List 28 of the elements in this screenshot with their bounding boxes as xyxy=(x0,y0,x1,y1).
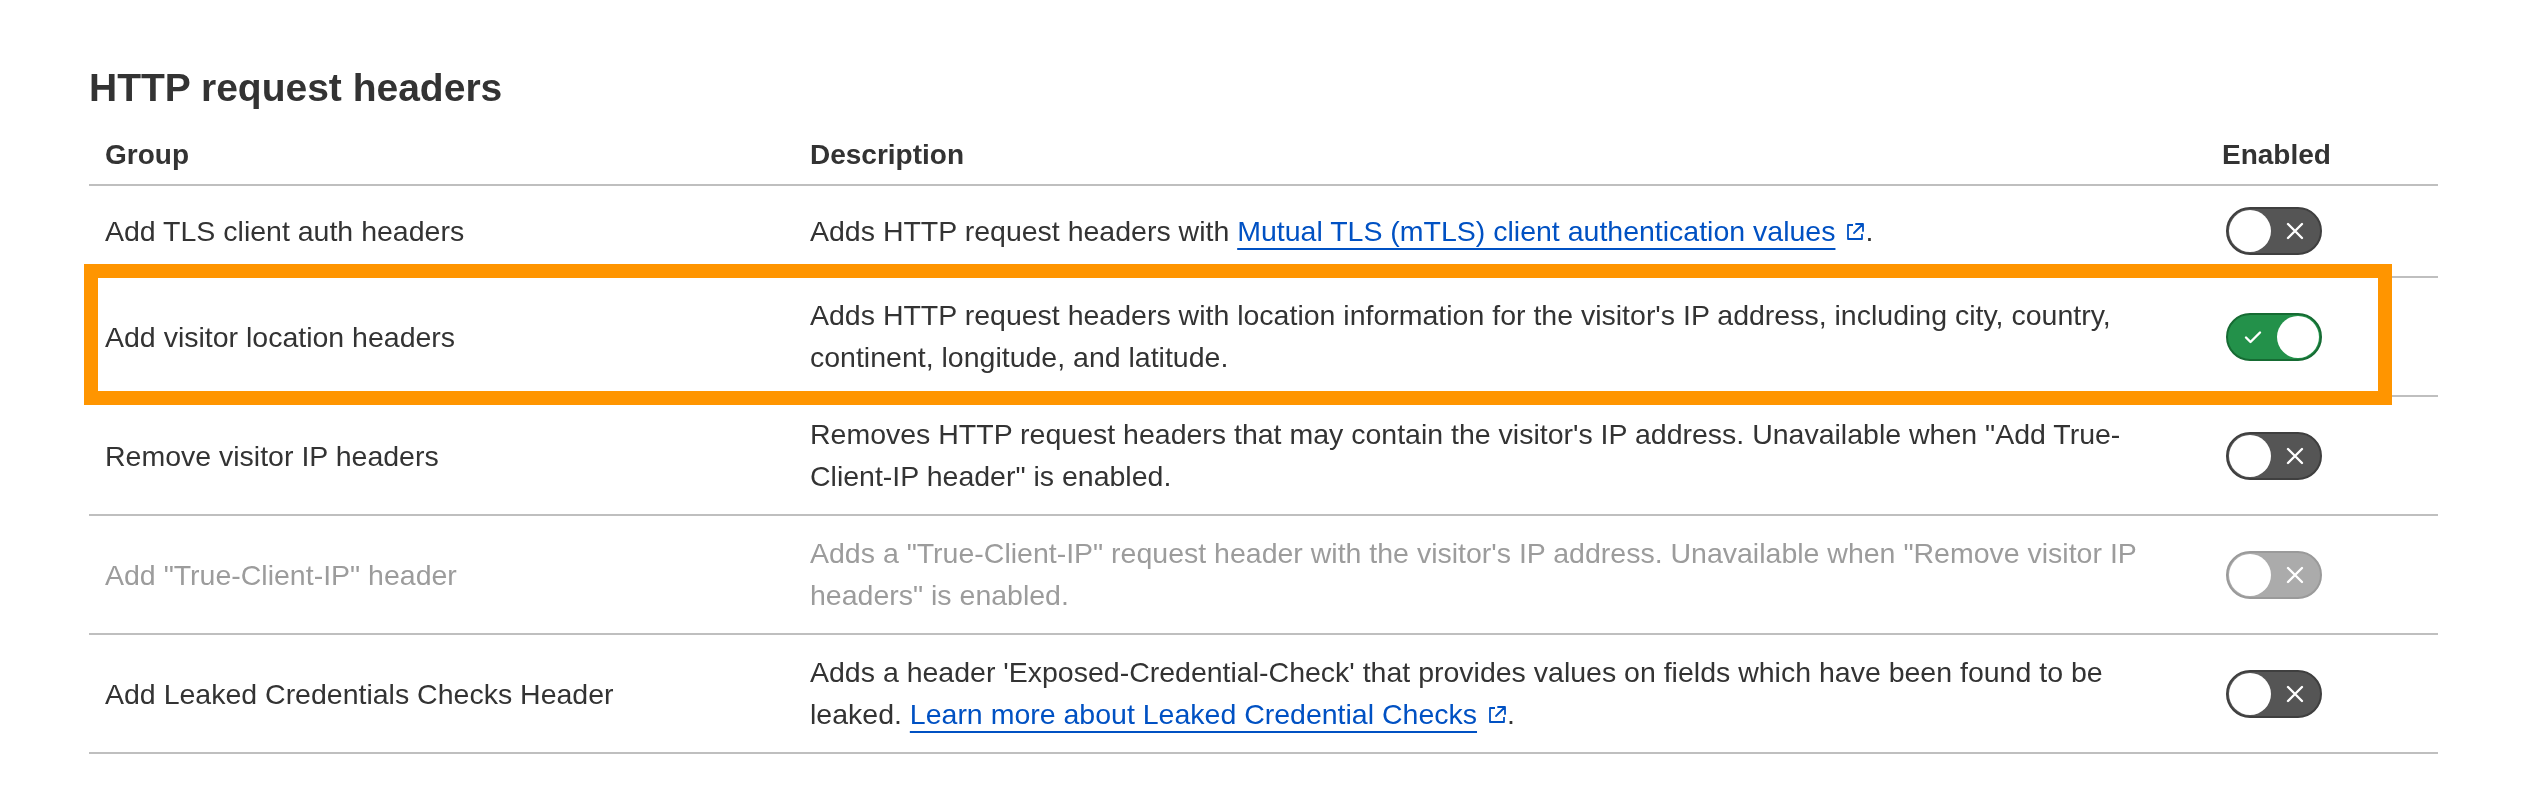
description-text: Removes HTTP request headers that may contain the visitor's IP address. Unavailable when "Add True-Client-IP header" is enabled. xyxy=(810,417,2122,494)
toggle-switch[interactable] xyxy=(2226,312,2322,361)
section-title: HTTP request headers xyxy=(89,66,503,110)
toggle-switch[interactable] xyxy=(2226,431,2322,480)
documentation-link[interactable]: Mutual TLS (mTLS) client authentication values xyxy=(1237,214,1836,247)
group-name: Remove visitor IP headers xyxy=(105,439,439,472)
description-text: Adds a "True-Client-IP" request header with the visitor's IP address. Unavailable when "Remove visitor IP headers" is enabled. xyxy=(810,536,2138,613)
group-name: Add "True-Client-IP" header xyxy=(105,558,457,591)
description-text: Adds HTTP request headers with location information for the visitor's IP address, including city, country, continent, longitude, and latitude. xyxy=(810,298,2112,375)
cross-icon xyxy=(2286,565,2304,584)
cross-icon xyxy=(2286,222,2304,240)
group-name: Add visitor location headers xyxy=(105,320,456,353)
cross-icon xyxy=(2286,684,2304,703)
group-name: Add Leaked Credentials Checks Header xyxy=(105,677,614,710)
description-text: Adds a header 'Exposed-Credential-Check' that provides values on fields which have been found to be leaked. Learn more about Leaked Credential Checks . xyxy=(810,655,2104,732)
column-header: Description xyxy=(810,139,965,170)
switch-knob[interactable] xyxy=(2229,672,2271,715)
switch-knob[interactable] xyxy=(2277,315,2319,358)
documentation-link[interactable]: Learn more about Leaked Credential Checks xyxy=(909,698,1477,730)
column-header: Group xyxy=(105,139,189,170)
toggle-switch[interactable] xyxy=(2226,207,2322,255)
description-text: Adds HTTP request headers with Mutual TLS (mTLS) client authentication values . xyxy=(810,213,1875,249)
switch-knob[interactable] xyxy=(2229,434,2271,477)
toggle-switch[interactable] xyxy=(2226,669,2322,718)
group-name: Add TLS client auth headers xyxy=(105,215,465,247)
column-header: Enabled xyxy=(2222,139,2331,170)
cross-icon xyxy=(2286,446,2304,465)
switch-knob[interactable] xyxy=(2229,210,2271,252)
